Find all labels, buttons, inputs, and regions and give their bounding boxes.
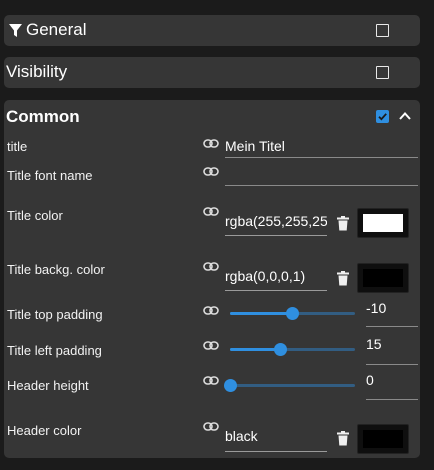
row-title-color: Title color rgba(255,255,255,1) [4, 204, 420, 240]
title-color-swatch-fill [363, 214, 403, 232]
header-color-label: Header color [7, 423, 82, 438]
title-backg-color-input[interactable]: rgba(0,0,0,1) [225, 268, 327, 291]
section-common-label[interactable]: Common [6, 107, 80, 127]
general-checkbox[interactable] [376, 24, 389, 37]
link-icon[interactable] [203, 205, 219, 219]
section-visibility-header[interactable]: Visibility [6, 62, 67, 82]
title-backg-color-swatch[interactable] [357, 263, 409, 293]
filter-icon [9, 23, 22, 37]
title-font-name-label: Title font name [7, 168, 93, 183]
title-font-name-input[interactable] [225, 166, 418, 186]
link-icon[interactable] [203, 260, 219, 274]
header-color-swatch[interactable] [357, 424, 409, 454]
header-color-swatch-fill [363, 430, 403, 448]
header-height-slider-thumb[interactable] [223, 379, 237, 392]
title-input[interactable]: Mein Titel [225, 138, 418, 158]
title-top-padding-slider-thumb[interactable] [286, 307, 299, 320]
title-label: title [7, 139, 28, 154]
row-header-height: Header height 0 [4, 372, 420, 400]
trash-icon[interactable] [337, 431, 349, 446]
section-common: Common title Mein Titel Title font name … [4, 100, 420, 458]
title-left-padding-slider-thumb[interactable] [273, 343, 287, 356]
link-icon[interactable] [203, 165, 219, 179]
common-checkbox[interactable] [376, 110, 389, 123]
title-top-padding-label: Title top padding [7, 307, 103, 322]
title-left-padding-label: Title left padding [7, 343, 102, 358]
header-height-label: Header height [7, 378, 89, 393]
link-icon[interactable] [203, 339, 219, 353]
title-backg-color-swatch-fill [363, 269, 403, 287]
title-top-padding-input[interactable]: -10 [366, 300, 418, 327]
title-left-padding-slider-fill [230, 348, 280, 351]
row-title: title Mein Titel [4, 136, 420, 160]
chevron-up-icon[interactable] [398, 109, 412, 123]
row-title-left-padding: Title left padding 15 [4, 336, 420, 365]
link-icon[interactable] [203, 137, 219, 151]
link-icon[interactable] [203, 304, 219, 318]
row-header-color: Header color black [4, 418, 420, 454]
header-height-slider-track[interactable] [230, 384, 355, 387]
section-general[interactable]: General [4, 15, 420, 46]
row-title-top-padding: Title top padding -10 [4, 300, 420, 328]
section-visibility[interactable]: Visibility [4, 57, 420, 88]
title-color-swatch[interactable] [357, 208, 409, 238]
title-left-padding-input[interactable]: 15 [366, 336, 418, 365]
section-visibility-label: Visibility [6, 62, 68, 81]
header-color-input[interactable]: black [225, 428, 327, 452]
row-title-backg-color: Title backg. color rgba(0,0,0,1) [4, 258, 420, 294]
header-height-input[interactable]: 0 [366, 372, 418, 400]
link-icon[interactable] [203, 420, 219, 434]
trash-icon[interactable] [337, 271, 349, 286]
checkmark-icon [378, 113, 387, 121]
scrollbar-track[interactable] [424, 0, 434, 470]
trash-icon[interactable] [337, 216, 349, 231]
title-top-padding-slider-fill [230, 312, 293, 315]
row-title-font-name: Title font name [4, 164, 420, 188]
title-color-label: Title color [7, 208, 63, 223]
title-color-input[interactable]: rgba(255,255,255,1) [225, 213, 327, 236]
visibility-checkbox[interactable] [376, 66, 389, 79]
section-general-header[interactable]: General [8, 20, 86, 40]
section-general-label: General [26, 20, 87, 39]
title-backg-color-label: Title backg. color [7, 262, 105, 277]
link-icon[interactable] [203, 374, 219, 388]
